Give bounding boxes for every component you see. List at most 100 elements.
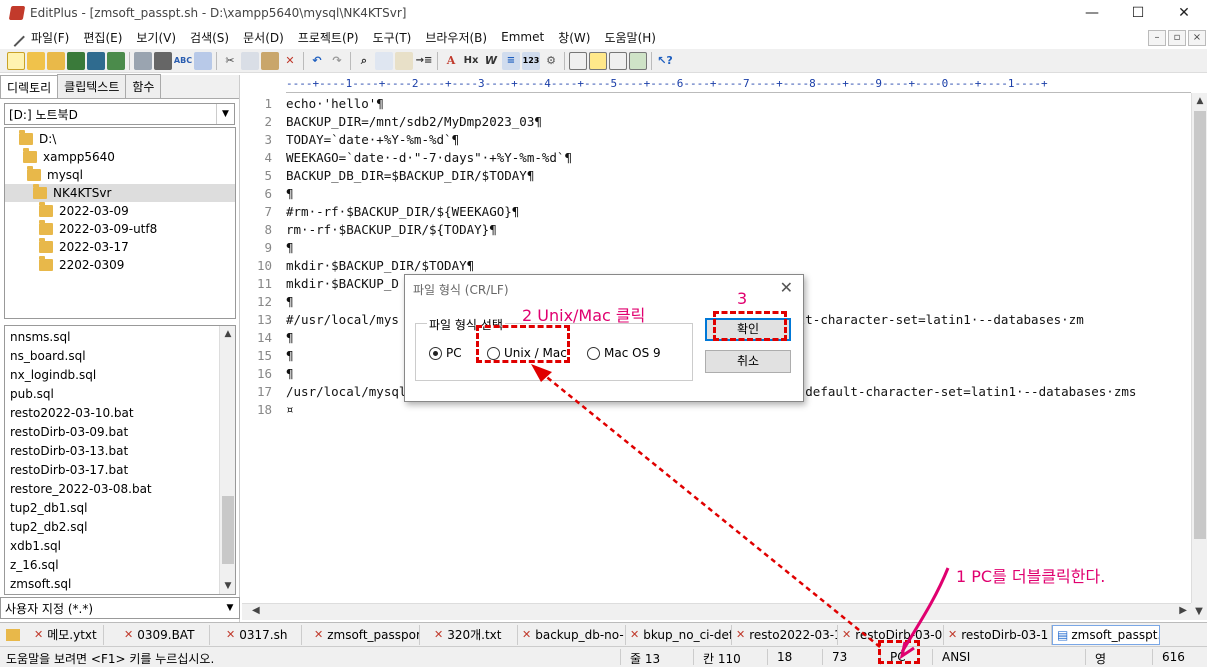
mdi-close-button[interactable]: × xyxy=(1188,30,1206,46)
scroll-right-icon[interactable]: ▶ xyxy=(1179,605,1187,616)
status-encoding[interactable]: ANSI xyxy=(942,650,970,664)
close-icon[interactable]: ✕ xyxy=(124,628,133,641)
close-icon[interactable]: ✕ xyxy=(34,628,43,641)
file-item[interactable]: restoDirb-03-17.bat xyxy=(10,461,128,480)
undo-icon[interactable]: ↶ xyxy=(308,52,326,70)
code-line[interactable]: WEEKAGO=`date·-d·"-7·days"·+%Y-%m-%d`¶ xyxy=(286,150,572,165)
line-number-icon[interactable]: 123 xyxy=(522,51,540,70)
close-icon[interactable]: ✕ xyxy=(736,628,745,641)
save-remote-icon[interactable] xyxy=(107,51,125,70)
radio-pc[interactable]: PC xyxy=(429,346,462,360)
indent-guide-icon[interactable]: ≡ xyxy=(502,51,520,70)
scroll-down-icon[interactable]: ▼ xyxy=(220,578,235,594)
browser-view-icon[interactable] xyxy=(194,51,212,70)
file-item[interactable]: tup2_db2.sql xyxy=(10,518,87,537)
code-line[interactable]: ¶ xyxy=(286,330,294,345)
code-line[interactable]: mkdir·$BACKUP_DIR/$TODAY¶ xyxy=(286,258,474,273)
menu-tools[interactable]: 도구(T) xyxy=(366,29,419,46)
close-icon[interactable]: ✕ xyxy=(630,628,639,641)
font-icon[interactable]: A xyxy=(442,52,460,70)
code-line[interactable]: TODAY=`date·+%Y-%m-%d`¶ xyxy=(286,132,459,147)
close-icon[interactable]: ✕ xyxy=(434,628,443,641)
code-line[interactable]: ¶ xyxy=(286,294,294,309)
doc-tab[interactable]: ✕ restoDirb-03-1 xyxy=(944,624,1052,645)
cut-icon[interactable]: ✂ xyxy=(221,52,239,70)
file-item[interactable]: xdb1.sql xyxy=(10,537,61,556)
code-line[interactable]: echo·'hello'¶ xyxy=(286,96,384,111)
minimize-button[interactable]: — xyxy=(1069,0,1115,26)
menu-emmet[interactable]: Emmet xyxy=(494,30,551,44)
print-icon[interactable] xyxy=(154,51,172,70)
directory-window-icon[interactable] xyxy=(589,51,607,70)
code-line[interactable]: ¶ xyxy=(286,186,294,201)
file-item[interactable]: nx_logindb.sql xyxy=(10,366,96,385)
scroll-up-icon[interactable]: ▲ xyxy=(220,326,235,342)
scroll-up-icon[interactable]: ▲ xyxy=(1192,93,1207,109)
code-line[interactable]: ¶ xyxy=(286,348,294,363)
replace-icon[interactable] xyxy=(395,51,413,70)
close-icon[interactable]: ✕ xyxy=(948,628,957,641)
doc-tab[interactable]: ✕ resto2022-03-1 xyxy=(732,624,838,645)
code-line[interactable]: rm·-rf·$BACKUP_DIR/${TODAY}¶ xyxy=(286,222,497,237)
drive-select[interactable]: [D:] 노트북D ▼ xyxy=(4,103,235,125)
code-line[interactable]: ¶ xyxy=(286,366,294,381)
menu-browser[interactable]: 브라우저(B) xyxy=(418,29,494,46)
help-pointer-icon[interactable]: ↖? xyxy=(656,52,674,70)
redo-icon[interactable]: ↷ xyxy=(328,52,346,70)
dialog-close-icon[interactable]: ✕ xyxy=(780,278,793,297)
hex-icon[interactable]: Hx xyxy=(462,52,480,70)
doc-tab[interactable]: ✕ 320개.txt xyxy=(420,624,518,645)
code-line[interactable]: ¶ xyxy=(286,240,294,255)
tab-functions[interactable]: 함수 xyxy=(125,74,162,98)
menu-window[interactable]: 창(W) xyxy=(551,29,597,46)
copy-icon[interactable] xyxy=(241,51,259,70)
menu-view[interactable]: 보기(V) xyxy=(129,29,183,46)
code-line[interactable]: mkdir·$BACKUP_D xyxy=(286,276,399,291)
menu-document[interactable]: 문서(D) xyxy=(236,29,291,46)
doc-tab-active[interactable]: ▤ zmsoft_passpt.s xyxy=(1052,624,1160,645)
tab-directory[interactable]: 디렉토리 xyxy=(0,75,59,98)
file-item[interactable]: nnsms.sql xyxy=(10,328,70,347)
file-item[interactable]: pub.sql xyxy=(10,385,54,404)
close-icon[interactable]: ✕ xyxy=(842,628,851,641)
tree-item[interactable]: D:\ xyxy=(19,130,56,148)
editor-vertical-scrollbar[interactable]: ▲ xyxy=(1191,93,1207,603)
file-item[interactable]: resto2022-03-10.bat xyxy=(10,404,134,423)
tree-item[interactable]: 2022-03-09 xyxy=(39,202,129,220)
close-icon[interactable]: ✕ xyxy=(314,628,323,641)
scroll-thumb[interactable] xyxy=(1194,111,1206,539)
goto-line-icon[interactable]: →≡ xyxy=(415,52,433,70)
open-folder-icon[interactable] xyxy=(27,51,45,70)
open-remote-icon[interactable] xyxy=(47,51,65,70)
cancel-button[interactable]: 취소 xyxy=(705,350,791,373)
code-line[interactable]: BACKUP_DIR=/mnt/sdb2/MyDmp2023_03¶ xyxy=(286,114,542,129)
doc-tab[interactable]: ✕ 0317.sh xyxy=(210,624,302,645)
close-icon[interactable]: ✕ xyxy=(522,628,531,641)
window-tile-icon[interactable] xyxy=(569,51,587,70)
menu-file[interactable]: 파일(F) xyxy=(24,29,76,46)
tree-item[interactable]: 2022-03-09-utf8 xyxy=(39,220,157,238)
menu-project[interactable]: 프로젝트(P) xyxy=(291,29,366,46)
scroll-down-icon[interactable]: ▼ xyxy=(1191,603,1207,620)
print-preview-icon[interactable] xyxy=(134,51,152,70)
doc-tab[interactable]: ✕ 메모.ytxt xyxy=(30,624,104,645)
code-line[interactable]: BACKUP_DB_DIR=$BACKUP_DIR/$TODAY¶ xyxy=(286,168,534,183)
paste-icon[interactable] xyxy=(261,51,279,70)
fullscreen-icon[interactable] xyxy=(629,51,647,70)
find-next-icon[interactable] xyxy=(375,51,393,70)
mdi-minimize-button[interactable]: – xyxy=(1148,30,1166,46)
spellcheck-icon[interactable]: ABC xyxy=(174,52,192,70)
mdi-restore-button[interactable]: ▫ xyxy=(1168,30,1186,46)
chevron-down-icon[interactable]: ▼ xyxy=(216,104,234,124)
editor-horizontal-scrollbar[interactable]: ◀ ▶ xyxy=(242,603,1191,620)
file-item[interactable]: restoDirb-03-09.bat xyxy=(10,423,128,442)
menu-edit[interactable]: 편집(E) xyxy=(76,29,129,46)
new-file-icon[interactable] xyxy=(7,51,25,70)
tree-item[interactable]: xampp5640 xyxy=(23,148,115,166)
file-item[interactable]: restoDirb-03-13.bat xyxy=(10,442,128,461)
find-icon[interactable]: ⌕ xyxy=(355,52,373,70)
close-icon[interactable]: ✕ xyxy=(226,628,235,641)
file-list-scrollbar[interactable]: ▲ ▼ xyxy=(219,326,235,594)
tab-cliptext[interactable]: 클립텍스트 xyxy=(57,74,127,98)
scroll-thumb[interactable] xyxy=(222,496,234,564)
